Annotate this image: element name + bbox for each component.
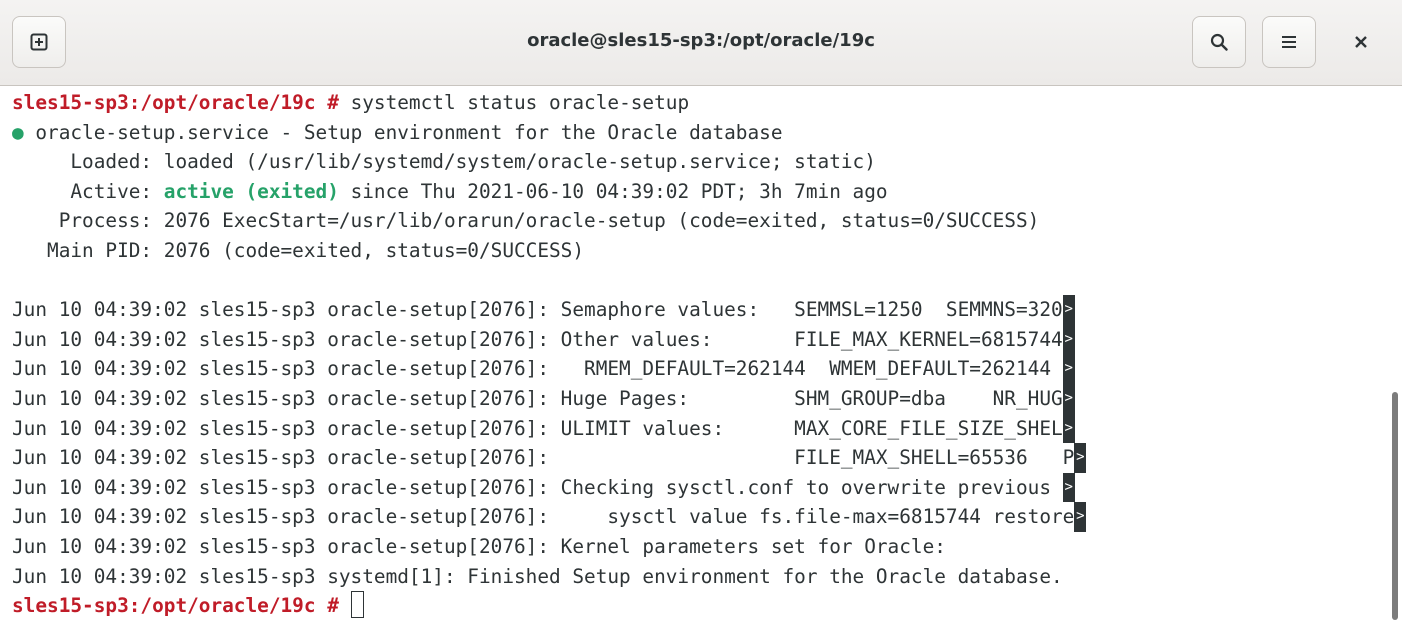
search-icon [1210, 33, 1228, 51]
main-pid-line: Main PID: 2076 (code=exited, status=0/SU… [12, 238, 585, 262]
truncation-marker-icon: > [1062, 472, 1075, 503]
scrollbar[interactable] [1388, 86, 1402, 620]
close-icon [1355, 36, 1367, 48]
shell-prompt: sles15-sp3:/opt/oracle/19c # [12, 594, 339, 618]
truncation-marker-icon: > [1074, 443, 1087, 473]
log-line: Jun 10 04:39:02 sles15-sp3 oracle-setup[… [12, 502, 1388, 532]
hamburger-menu-icon [1282, 36, 1296, 48]
final-prompt-line: sles15-sp3:/opt/oracle/19c # [12, 591, 1388, 620]
log-line: Jun 10 04:39:02 sles15-sp3 oracle-setup[… [12, 472, 1388, 503]
log-line: Jun 10 04:39:02 sles15-sp3 oracle-setup[… [12, 354, 1388, 384]
terminal-output[interactable]: sles15-sp3:/opt/oracle/19c # systemctl s… [0, 86, 1388, 620]
truncation-marker-icon: > [1062, 354, 1075, 384]
close-button[interactable] [1334, 16, 1388, 68]
loaded-line: Loaded: loaded (/usr/lib/systemd/system/… [12, 150, 876, 174]
terminal-window: oracle@sles15-sp3:/opt/oracle/19c sles15… [0, 0, 1402, 620]
scrollbar-thumb[interactable] [1392, 392, 1398, 620]
log-line: Jun 10 04:39:02 sles15-sp3 oracle-setup[… [12, 383, 1388, 414]
log-line: Jun 10 04:39:02 sles15-sp3 oracle-setup[… [12, 443, 1388, 473]
active-line: Active: active (exited) since Thu 2021-0… [12, 177, 1388, 207]
search-button[interactable] [1192, 16, 1246, 68]
truncation-marker-icon: > [1074, 502, 1087, 532]
service-text: oracle-setup.service - Setup environment… [23, 120, 783, 144]
text-cursor [350, 591, 364, 619]
log-line: Jun 10 04:39:02 sles15-sp3 oracle-setup[… [12, 534, 946, 558]
process-line: Process: 2076 ExecStart=/usr/lib/orarun/… [12, 209, 1040, 233]
active-since: since Thu 2021-06-10 04:39:02 PDT; 3h 7m… [338, 179, 888, 203]
truncation-marker-icon: > [1062, 383, 1075, 414]
menu-button[interactable] [1262, 16, 1316, 68]
active-label: Active: [12, 179, 164, 203]
shell-prompt: sles15-sp3:/opt/oracle/19c # [12, 91, 339, 114]
status-bullet-icon: ● [12, 120, 24, 144]
log-line: Jun 10 04:39:02 sles15-sp3 oracle-setup[… [12, 324, 1388, 355]
command-text: systemctl status oracle-setup [338, 91, 690, 114]
command-line: sles15-sp3:/opt/oracle/19c # systemctl s… [12, 88, 1388, 118]
log-line: Jun 10 04:39:02 sles15-sp3 systemd[1]: F… [12, 564, 1063, 588]
header-bar: oracle@sles15-sp3:/opt/oracle/19c [0, 0, 1402, 86]
truncation-marker-icon: > [1062, 324, 1075, 355]
log-line: Jun 10 04:39:02 sles15-sp3 oracle-setup[… [12, 413, 1388, 444]
truncation-marker-icon: > [1062, 295, 1075, 325]
service-line: ● oracle-setup.service - Setup environme… [12, 118, 1388, 148]
truncation-marker-icon: > [1062, 413, 1075, 444]
active-state: active (exited) [163, 179, 339, 203]
log-line: Jun 10 04:39:02 sles15-sp3 oracle-setup[… [12, 295, 1388, 325]
